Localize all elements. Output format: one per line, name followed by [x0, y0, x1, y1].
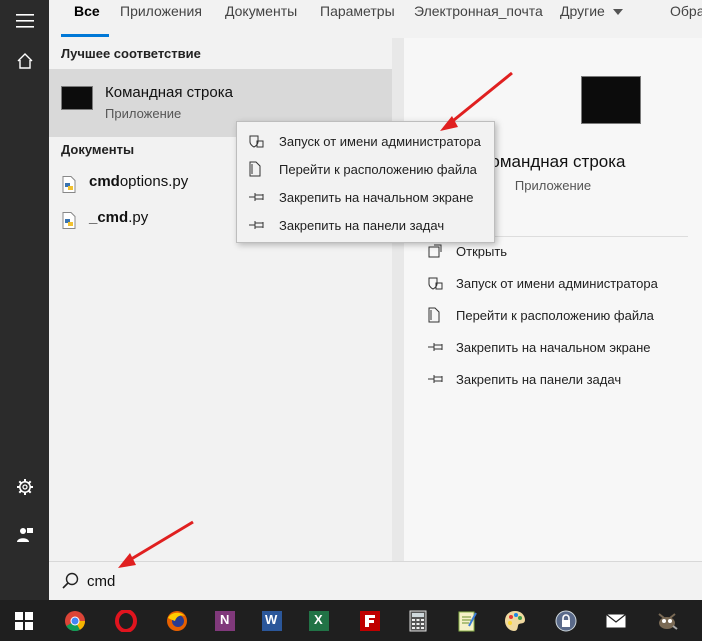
tab-documents[interactable]: Документы	[225, 3, 297, 19]
taskbar: N W X	[0, 600, 702, 641]
pin-icon	[428, 343, 443, 351]
taskbar-filezilla[interactable]	[346, 600, 394, 641]
calculator-icon	[409, 610, 427, 631]
notepad-icon	[458, 611, 477, 631]
context-pin-start-label: Закрепить на начальном экране	[279, 189, 474, 205]
action-pin-start-label: Закрепить на начальном экране	[456, 339, 651, 355]
action-open-file-location[interactable]: Перейти к расположению файла	[428, 301, 654, 329]
context-run-as-admin-label: Запуск от имени администратора	[279, 133, 481, 149]
tab-settings[interactable]: Параметры	[320, 3, 395, 19]
home-button[interactable]	[0, 40, 49, 82]
document-name: cmdoptions.py	[89, 173, 189, 190]
action-pin-taskbar[interactable]: Закрепить на панели задач	[428, 365, 621, 393]
best-match-subtitle: Приложение	[105, 106, 182, 121]
caret-down-icon	[612, 8, 623, 15]
python-file-icon	[62, 176, 76, 193]
shield-icon	[428, 277, 443, 290]
tab-email[interactable]: Электронная_почта	[414, 3, 543, 19]
best-match-title: Командная строка	[105, 84, 233, 101]
pin-icon	[249, 193, 264, 201]
action-open-file-location-label: Перейти к расположению файла	[456, 307, 654, 323]
action-pin-start[interactable]: Закрепить на начальном экране	[428, 333, 651, 361]
context-open-file-location[interactable]: Перейти к расположению файла	[237, 155, 494, 183]
pin-icon	[428, 375, 443, 383]
results-panel: Лучшее соответствие Командная строка При…	[49, 38, 392, 561]
search-box	[49, 561, 702, 600]
preview-panel: Командная строка Приложение Открыть Запу…	[392, 38, 702, 561]
context-pin-start[interactable]: Закрепить на начальном экране	[237, 183, 494, 211]
context-open-file-location-label: Перейти к расположению файла	[279, 161, 477, 177]
left-rail	[0, 0, 49, 600]
shield-icon	[249, 135, 264, 148]
cmd-app-icon	[61, 86, 93, 110]
action-run-as-admin[interactable]: Запуск от имени администратора	[428, 269, 658, 297]
paint-icon	[505, 610, 525, 631]
taskbar-paint[interactable]	[491, 600, 539, 641]
home-icon	[17, 53, 32, 69]
python-file-icon	[62, 212, 76, 229]
filezilla-icon	[360, 610, 380, 631]
taskbar-keepass[interactable]	[542, 600, 590, 641]
context-menu: Запуск от имени администратора Перейти к…	[236, 121, 495, 243]
taskbar-opera[interactable]	[102, 600, 150, 641]
taskbar-excel[interactable]: X	[295, 600, 343, 641]
gear-icon	[16, 479, 33, 495]
settings-button[interactable]	[0, 466, 49, 508]
documents-heading: Документы	[61, 142, 135, 157]
mail-icon	[606, 613, 626, 627]
gimp-icon	[658, 612, 678, 630]
onenote-letter: N	[220, 612, 230, 627]
search-icon	[62, 572, 79, 589]
firefox-icon	[167, 610, 187, 631]
taskbar-firefox[interactable]	[153, 600, 201, 641]
chrome-icon	[65, 610, 86, 631]
best-match-heading: Лучшее соответствие	[61, 46, 201, 61]
active-tab-indicator	[61, 34, 109, 37]
keepass-icon	[555, 610, 577, 631]
tab-more[interactable]: Другие	[560, 3, 623, 19]
user-feedback-icon	[16, 528, 33, 542]
action-pin-taskbar-label: Закрепить на панели задач	[456, 371, 622, 387]
taskbar-chrome[interactable]	[51, 600, 99, 641]
menu-button[interactable]	[0, 0, 49, 42]
context-run-as-admin[interactable]: Запуск от имени администратора	[237, 127, 494, 155]
cmd-large-icon	[581, 76, 641, 124]
preview-card: Командная строка Приложение Открыть Запу…	[404, 38, 702, 561]
taskbar-notepad[interactable]	[443, 600, 491, 641]
action-run-as-admin-label: Запуск от имени администратора	[456, 275, 658, 291]
search-input[interactable]	[87, 568, 647, 594]
excel-letter: X	[314, 612, 323, 627]
tab-apps[interactable]: Приложения	[120, 3, 202, 19]
taskbar-calculator[interactable]	[394, 600, 442, 641]
context-pin-taskbar-label: Закрепить на панели задач	[279, 217, 445, 233]
file-location-icon	[428, 307, 440, 323]
tab-images[interactable]: Обра	[670, 3, 702, 19]
taskbar-word[interactable]: W	[248, 600, 296, 641]
action-open-label: Открыть	[456, 243, 508, 259]
file-location-icon	[249, 161, 261, 177]
tab-all[interactable]: Все	[74, 3, 100, 19]
opera-icon	[115, 609, 137, 632]
windows-start-icon	[15, 611, 33, 630]
pin-icon	[249, 221, 264, 229]
context-pin-taskbar[interactable]: Закрепить на панели задач	[237, 211, 494, 239]
account-button[interactable]	[0, 514, 49, 556]
word-letter: W	[265, 612, 278, 627]
search-tabs: Все Приложения Документы Параметры Элект…	[49, 0, 702, 39]
start-button[interactable]	[0, 600, 48, 641]
tab-more-label: Другие	[560, 3, 605, 19]
document-name: _cmd.py	[89, 209, 149, 226]
taskbar-gimp[interactable]	[643, 600, 691, 641]
taskbar-onenote[interactable]: N	[201, 600, 249, 641]
taskbar-mail[interactable]	[592, 600, 640, 641]
hamburger-icon	[15, 14, 34, 28]
open-icon	[428, 244, 442, 258]
